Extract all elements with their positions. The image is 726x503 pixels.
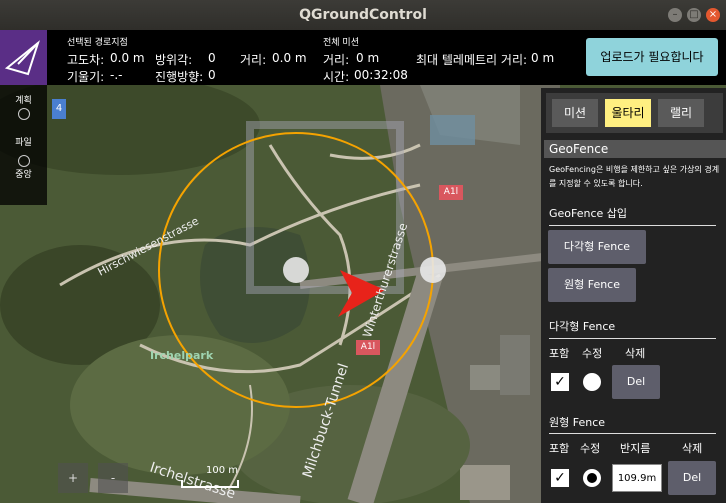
polygon-delete-button[interactable]: Del (612, 365, 660, 399)
plan-tabs: 미션 울타리 랠리 (546, 93, 723, 133)
circle-edit-radio[interactable] (583, 469, 601, 487)
circle-delete-header: 삭제 (682, 442, 703, 455)
altitude-diff-label: 고도차: (67, 53, 105, 67)
polygon-include-checkbox[interactable]: ✓ (551, 373, 569, 391)
file-tool-label: 파일 (15, 138, 32, 148)
geofence-title: GeoFence (544, 140, 726, 158)
circle-include-checkbox[interactable]: ✓ (551, 469, 569, 487)
zoom-in-button[interactable]: + (58, 463, 88, 493)
plan-tool-label: 계획 (15, 96, 32, 106)
section-divider-2 (549, 338, 716, 339)
max-telemetry-value: 0 m (531, 51, 555, 65)
insert-section-title: GeoFence 삽입 (549, 207, 628, 220)
top-toolbar: 선택된 경로지점 고도차: 0.0 m 방위각: 0 거리: 0.0 m 기울기… (0, 30, 726, 85)
qgc-logo-button[interactable] (0, 30, 47, 85)
polygon-delete-header: 삭제 (625, 347, 646, 360)
plan-tool[interactable]: 계획 (0, 93, 47, 120)
map-scale: 100 m (180, 465, 240, 490)
polygon-edit-header: 수정 (582, 347, 603, 360)
paper-plane-icon (4, 40, 40, 76)
upload-required-button[interactable]: 업로드가 필요합니다 (586, 38, 718, 76)
center-tool-label: 중앙 (15, 170, 32, 180)
circle-section-title: 원형 Fence (549, 416, 606, 429)
distance-label: 거리: (240, 53, 267, 67)
road-sign-badge: A1l (439, 185, 463, 200)
total-distance-label: 거리: (323, 53, 350, 67)
window-title: QGroundControl (299, 7, 427, 23)
tab-fence[interactable]: 울타리 (605, 99, 651, 127)
center-tool[interactable]: 중앙 (0, 153, 47, 180)
circle-fence-button[interactable]: 원형 Fence (548, 268, 636, 302)
total-distance-value: 0 m (356, 51, 380, 65)
circle-delete-button[interactable]: Del (668, 461, 716, 495)
plan-tool-strip: 계획 파일 중앙 (0, 85, 47, 205)
section-divider-3 (549, 433, 716, 434)
distance-value: 0.0 m (272, 51, 307, 65)
minimize-icon[interactable]: – (668, 8, 682, 22)
tab-mission[interactable]: 미션 (552, 99, 598, 127)
circle-include-header: 포함 (549, 442, 570, 455)
time-label: 시간: (323, 70, 350, 84)
map-marker-badge: 4 (52, 99, 66, 119)
azimuth-label: 방위각: (155, 53, 193, 67)
selected-waypoint-label: 선택된 경로지점 (67, 38, 128, 48)
zoom-out-button[interactable]: - (98, 463, 128, 493)
map-park-label: Irchelpark (150, 349, 214, 362)
plan-icon (17, 108, 30, 120)
window-titlebar: QGroundControl – □ × (0, 0, 726, 30)
total-mission-label: 전체 미션 (323, 38, 359, 48)
scale-bar-icon (181, 480, 239, 488)
tab-rally[interactable]: 랠리 (658, 99, 704, 127)
altitude-diff-value: 0.0 m (110, 51, 145, 65)
gradient-value: -.- (110, 68, 123, 82)
time-value: 00:32:08 (354, 68, 408, 82)
heading-label: 진행방향: (155, 70, 204, 84)
polygon-include-header: 포함 (549, 347, 570, 360)
maximize-icon[interactable]: □ (687, 8, 701, 22)
polygon-fence-button[interactable]: 다각형 Fence (548, 230, 646, 264)
azimuth-value: 0 (208, 51, 216, 65)
gradient-label: 기울기: (67, 70, 105, 84)
max-telemetry-label: 최대 텔레메트리 거리: (416, 53, 528, 67)
circle-radius-header: 반지름 (620, 442, 651, 455)
center-icon (17, 155, 30, 167)
close-icon[interactable]: × (706, 8, 720, 22)
polygon-edit-radio[interactable] (583, 373, 601, 391)
section-divider (549, 225, 716, 226)
road-sign-badge-2: A1l (356, 340, 380, 355)
geofence-description: GeoFencing은 비행을 제한하고 싶은 가상의 경계를 지정할 수 있도… (549, 165, 720, 188)
circle-edit-header: 수정 (580, 442, 601, 455)
heading-value: 0 (208, 68, 216, 82)
polygon-section-title: 다각형 Fence (549, 320, 616, 333)
circle-radius-field[interactable]: 109.9m (612, 464, 662, 492)
file-tool[interactable]: 파일 (0, 135, 47, 148)
